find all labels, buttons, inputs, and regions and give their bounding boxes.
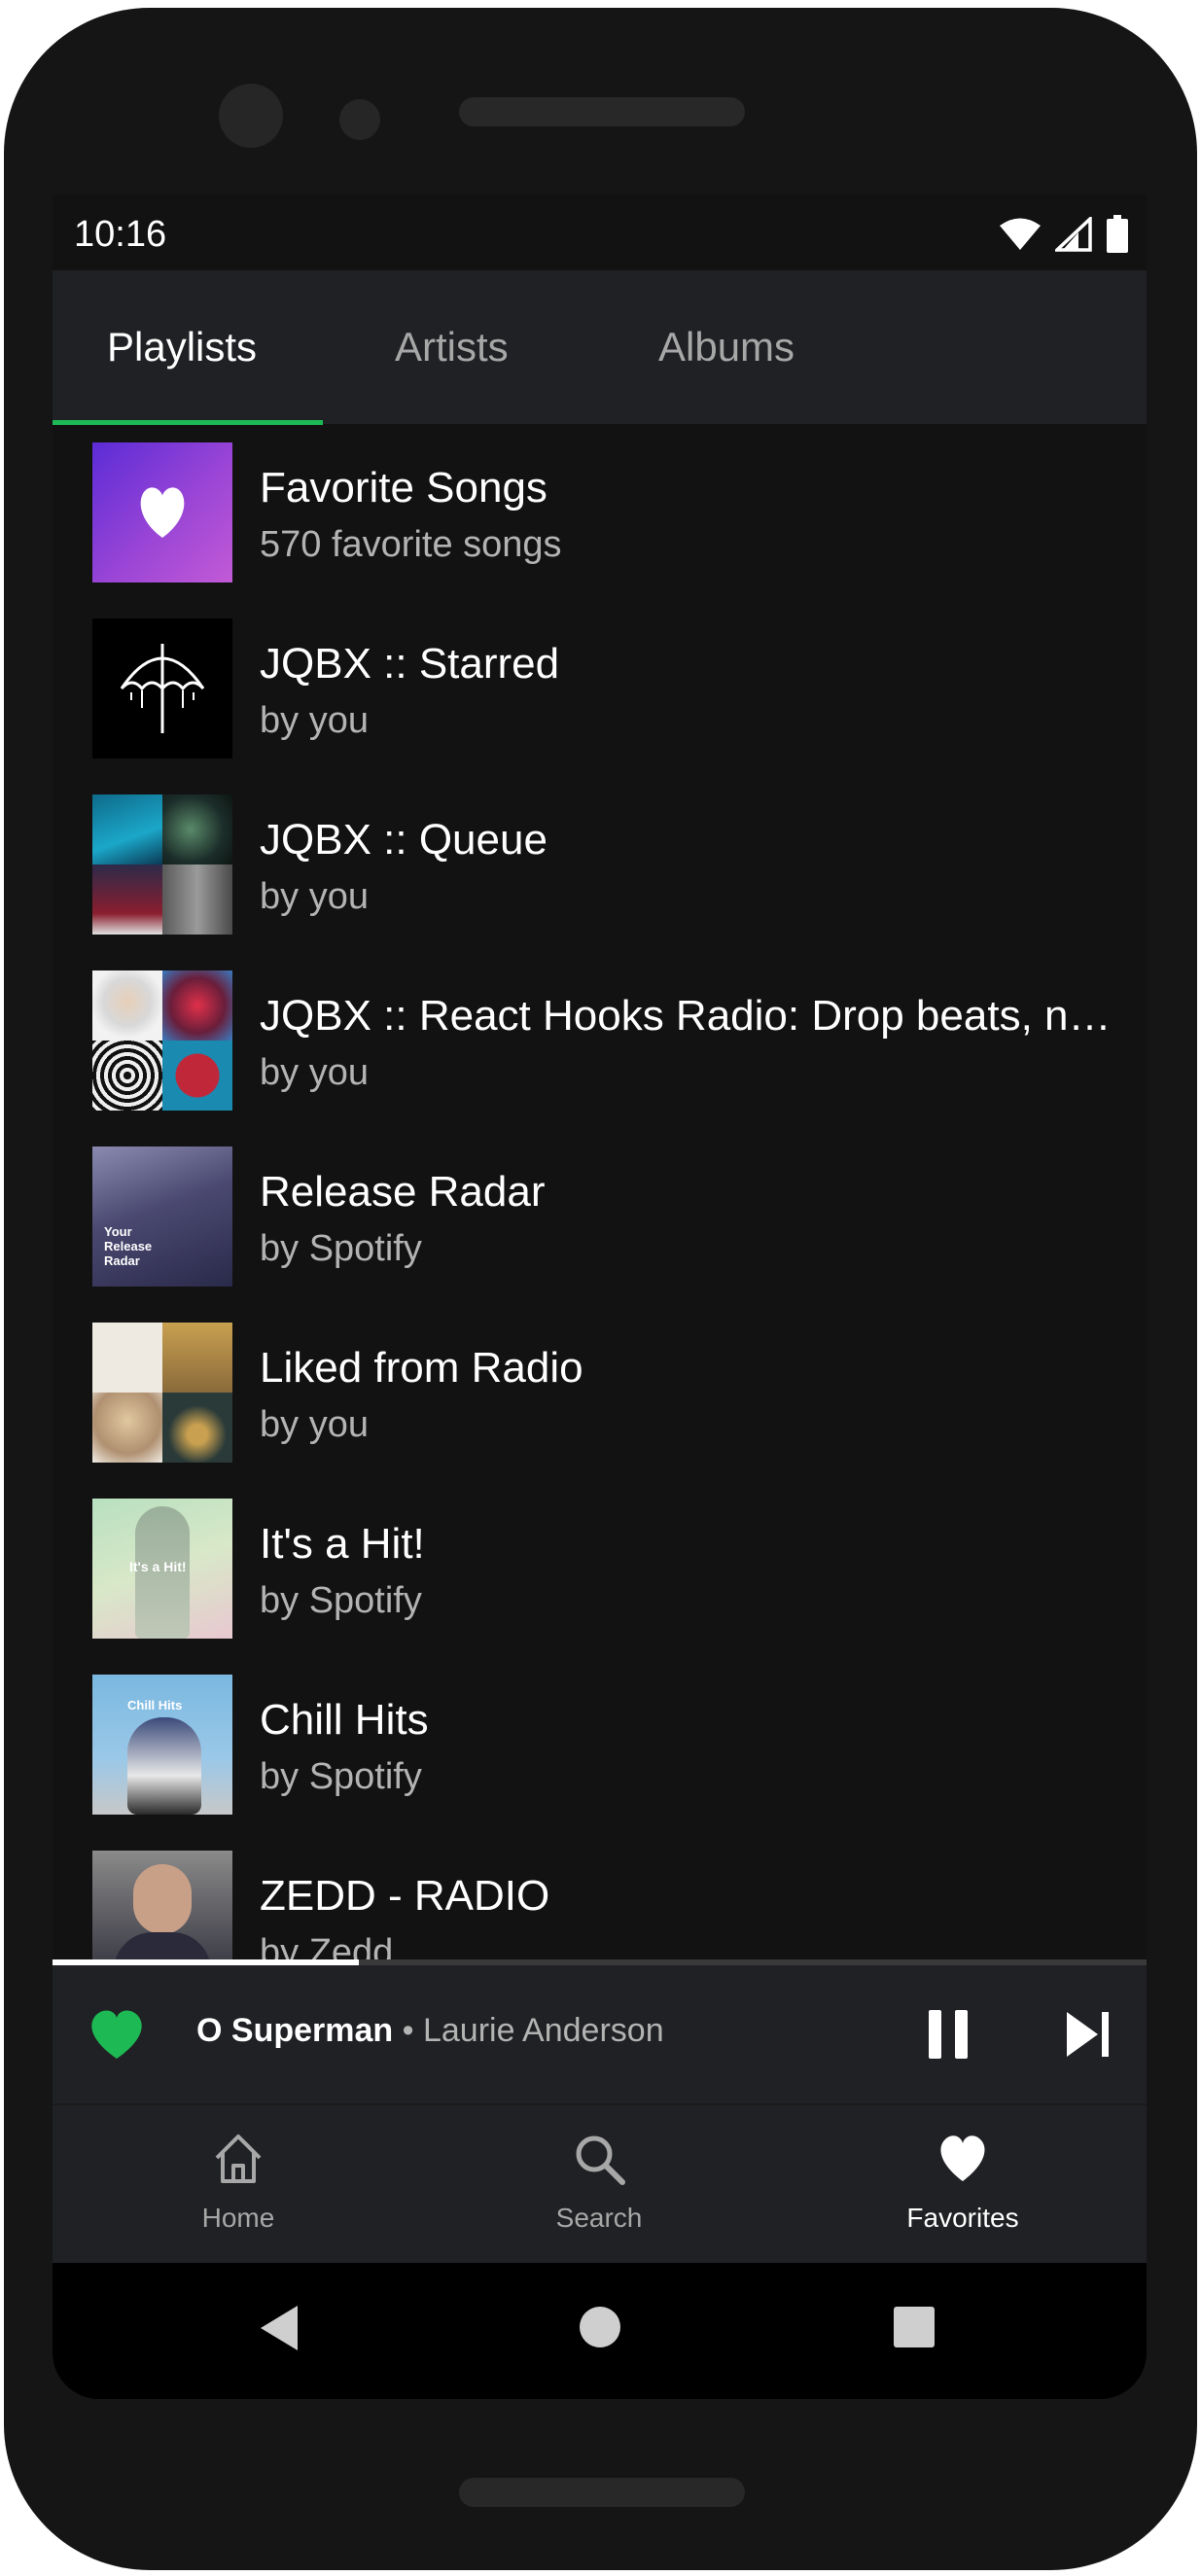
playlist-subtitle: by you (260, 1052, 369, 1093)
earpiece-speaker (459, 97, 745, 126)
search-icon (576, 2135, 625, 2185)
pause-icon[interactable] (925, 2008, 971, 2061)
playlist-title: ZEDD - RADIO (260, 1872, 550, 1920)
playlist-cover: Chill Hits (92, 1675, 232, 1815)
back-icon[interactable] (259, 2304, 300, 2352)
playlist-title: Chill Hits (260, 1696, 429, 1744)
nav-favorites[interactable]: Favorites (865, 2105, 1060, 2265)
battery-icon (1107, 215, 1128, 253)
playlist-subtitle: by Zedd (260, 1932, 394, 1959)
now-playing-separator: • (393, 2012, 423, 2049)
cover-text: Chill Hits (127, 1698, 183, 1712)
playlist-cover (92, 618, 232, 759)
bottom-navigation: Home Search Favorites (53, 2103, 1147, 2265)
skip-next-icon[interactable] (1065, 2008, 1112, 2061)
playlist-item-jqbx-starred[interactable]: JQBX :: Starred by you (53, 601, 1147, 777)
playlist-item-liked-from-radio[interactable]: Liked from Radio by you (53, 1305, 1147, 1481)
playlist-item-jqbx-react-hooks-radio[interactable]: JQBX :: React Hooks Radio: Drop beats, n… (53, 953, 1147, 1129)
playlist-subtitle: 570 favorite songs (260, 524, 562, 565)
playlist-subtitle: by you (260, 1404, 369, 1445)
playlist-subtitle: by you (260, 700, 369, 741)
system-navigation-bar (53, 2263, 1147, 2399)
playlist-cover (92, 442, 232, 582)
playlist-title: JQBX :: Starred (260, 640, 560, 688)
front-sensor (339, 99, 380, 140)
playlist-item-favorite-songs[interactable]: Favorite Songs 570 favorite songs (53, 425, 1147, 601)
nav-home-label: Home (201, 2203, 275, 2233)
heart-icon (140, 487, 185, 538)
wifi-icon (1000, 218, 1041, 250)
nav-search[interactable]: Search (502, 2105, 696, 2265)
playlist-subtitle: by Spotify (260, 1756, 422, 1797)
playlist-title: Favorite Songs (260, 464, 548, 512)
playlist-cover (92, 1851, 232, 1959)
playlist-title: JQBX :: Queue (260, 816, 548, 864)
playlist-cover: It's a Hit! (92, 1499, 232, 1639)
heart-icon (940, 2135, 985, 2181)
playlist-subtitle: by Spotify (260, 1228, 422, 1269)
umbrella-icon (120, 644, 205, 733)
playlist-subtitle: by Spotify (260, 1580, 422, 1621)
now-playing-track: O Superman • Laurie Anderson (196, 2012, 664, 2050)
playlist-cover: Your Release Radar (92, 1147, 232, 1287)
app-screen: 10:16 Playlists Artists Albums Favorite … (53, 194, 1147, 2399)
playlist-item-its-a-hit[interactable]: It's a Hit! It's a Hit! by Spotify (53, 1481, 1147, 1657)
playlist-cover (92, 794, 232, 935)
playlist-item-release-radar[interactable]: Your Release Radar Release Radar by Spot… (53, 1129, 1147, 1305)
playlist-title: JQBX :: React Hooks Radio: Drop beats, n… (260, 992, 1125, 1040)
cover-text: It's a Hit! (129, 1559, 187, 1574)
cover-text: Your Release Radar (104, 1224, 153, 1268)
playlist-cover (92, 1323, 232, 1463)
playlist-list[interactable]: Favorite Songs 570 favorite songs JQBX :… (53, 425, 1147, 1959)
tab-artists[interactable]: Artists (395, 270, 509, 424)
status-time: 10:16 (74, 214, 167, 255)
playlist-item-chill-hits[interactable]: Chill Hits Chill Hits by Spotify (53, 1657, 1147, 1833)
playlist-title: Liked from Radio (260, 1344, 583, 1392)
nav-search-label: Search (555, 2203, 643, 2233)
playlist-title: Release Radar (260, 1168, 546, 1216)
now-playing-title: O Superman (196, 2012, 394, 2049)
recents-icon[interactable] (893, 2306, 936, 2348)
signal-icon (1055, 217, 1092, 252)
playlist-title: It's a Hit! (260, 1520, 425, 1568)
library-tabs: Playlists Artists Albums (53, 270, 1147, 424)
front-camera (219, 84, 283, 148)
home-circle-icon[interactable] (579, 2306, 621, 2348)
status-bar: 10:16 (53, 194, 1147, 270)
now-playing-artist: Laurie Anderson (422, 2012, 664, 2049)
tab-albums[interactable]: Albums (658, 270, 795, 424)
heart-icon[interactable] (86, 2004, 148, 2063)
nav-favorites-label: Favorites (906, 2203, 1019, 2233)
home-icon (215, 2135, 262, 2183)
playlist-item-jqbx-queue[interactable]: JQBX :: Queue by you (53, 777, 1147, 953)
now-playing-bar[interactable]: O Superman • Laurie Anderson (53, 1965, 1147, 2103)
playlist-subtitle: by you (260, 876, 369, 917)
bottom-speaker (459, 2478, 745, 2507)
playlist-cover (92, 970, 232, 1111)
playlist-item-zedd-radio[interactable]: ZEDD - RADIO by Zedd (53, 1833, 1147, 1959)
tab-playlists[interactable]: Playlists (107, 270, 257, 424)
nav-home[interactable]: Home (141, 2105, 336, 2265)
